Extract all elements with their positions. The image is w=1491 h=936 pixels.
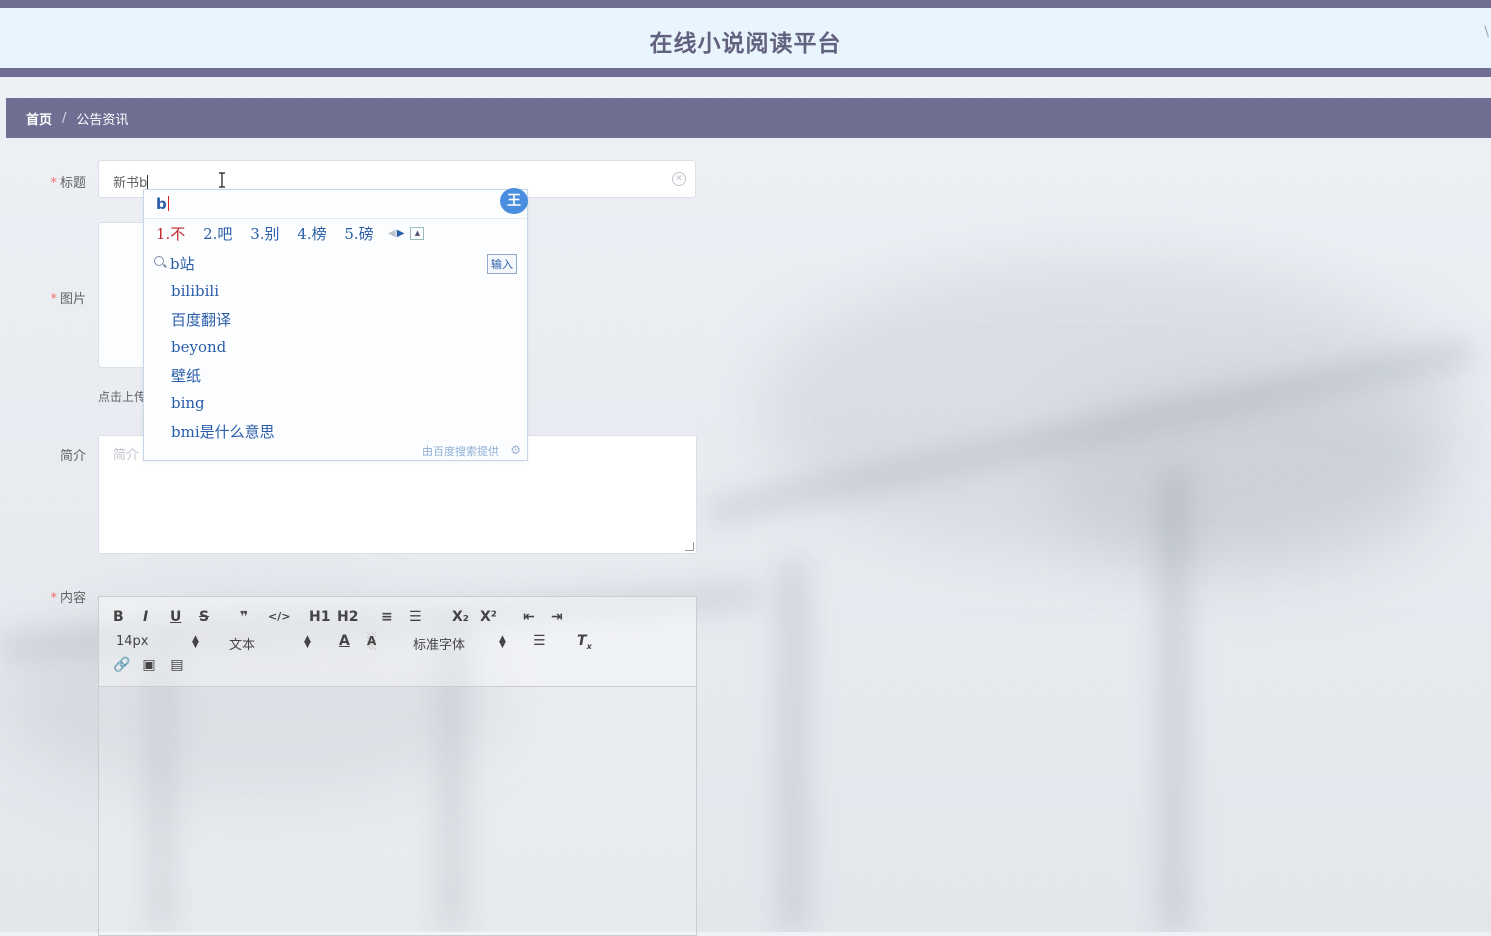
bold-button[interactable]: B	[113, 608, 124, 626]
font-family-select[interactable]: 标准字体 ▲ ▼	[413, 634, 506, 654]
app-header: 在线小说阅读平台 \	[0, 8, 1491, 68]
ime-search-query[interactable]: b站	[170, 253, 195, 274]
ime-candidates: 1.不 2.吧 3.别 4.榜 5.磅	[156, 223, 387, 244]
header-corner-glyph: \	[1484, 24, 1489, 40]
strike-button[interactable]: S	[199, 608, 209, 626]
h1-button[interactable]: H1	[309, 608, 330, 626]
rich-text-editor: B I U S ❞ </> H1 H2 ≡ ☰ X₂ X² ⇤ ⇥ 14px ▲ ▼…	[98, 596, 697, 936]
intro-label: 简介	[59, 449, 86, 464]
clear-format-icon[interactable]: Tx	[577, 632, 592, 651]
content-label: * 内容	[50, 591, 86, 606]
expand-icon[interactable]: ▲	[410, 227, 425, 240]
clear-icon[interactable]: ✕	[672, 172, 686, 186]
image-upload-box[interactable]	[98, 222, 148, 368]
indent-button[interactable]: ⇥	[551, 608, 563, 626]
intro-placeholder: 简介	[113, 448, 140, 463]
bullet-list-button[interactable]: ☰	[409, 608, 422, 626]
code-block-button[interactable]: </>	[268, 608, 290, 626]
upload-tip: 点击上传	[98, 390, 144, 404]
ime-candidate[interactable]: 2.吧	[203, 225, 232, 243]
font-size-select[interactable]: 14px ▲ ▼	[116, 634, 199, 650]
prev-page-icon[interactable]: ◀	[388, 228, 396, 239]
font-color-icon[interactable]: A	[339, 632, 350, 650]
next-page-icon[interactable]: ▶	[397, 228, 405, 239]
underline-button[interactable]: U	[170, 608, 181, 626]
image-label: * 图片	[50, 292, 86, 307]
link-icon[interactable]: 🔗	[113, 656, 130, 674]
ime-footer: 由百度搜索提供	[422, 445, 499, 458]
ime-suggestion[interactable]: bmi是什么意思	[171, 421, 275, 442]
ime-candidate[interactable]: 1.不	[156, 225, 185, 243]
ime-candidate[interactable]: 3.别	[250, 225, 279, 243]
header-bottom-bar	[0, 68, 1491, 77]
ime-suggestion[interactable]: 百度翻译	[171, 309, 231, 330]
breadcrumb-separator: /	[62, 110, 67, 126]
ime-composition: b	[156, 195, 169, 213]
ime-suggestion[interactable]: beyond	[171, 338, 226, 356]
text-caret	[147, 175, 149, 189]
blockquote-button[interactable]: ❞	[240, 608, 248, 626]
italic-button[interactable]: I	[143, 608, 148, 626]
background-color-icon[interactable]: A	[367, 632, 377, 650]
breadcrumb-current: 公告资讯	[76, 112, 129, 128]
ime-input-button[interactable]: 输入	[487, 254, 517, 274]
ime-suggestion[interactable]: bing	[171, 394, 205, 412]
mouse-ibeam-cursor	[219, 172, 225, 188]
app-title: 在线小说阅读平台	[649, 31, 842, 57]
ime-pager: ◀▶ ▲	[388, 227, 425, 240]
top-accent-bar	[0, 0, 1491, 8]
h2-button[interactable]: H2	[337, 608, 358, 626]
title-label: * 标题	[50, 176, 86, 191]
ime-search-row[interactable]: b站 输入	[154, 253, 517, 274]
editor-toolbar: B I U S ❞ </> H1 H2 ≡ ☰ X₂ X² ⇤ ⇥ 14px ▲ ▼…	[99, 597, 696, 687]
ime-logo-icon: 王	[500, 188, 528, 214]
superscript-button[interactable]: X²	[480, 608, 497, 626]
text-style-select[interactable]: 文本 ▲ ▼	[229, 634, 311, 654]
breadcrumb: 首页 / 公告资讯	[6, 98, 1491, 138]
ime-suggestion[interactable]: 壁纸	[171, 365, 201, 386]
ime-candidate[interactable]: 5.磅	[344, 225, 373, 243]
video-icon[interactable]: ▤	[170, 656, 184, 674]
ime-candidate[interactable]: 4.榜	[297, 225, 326, 243]
ime-candidate-popup: b 王 1.不 2.吧 3.别 4.榜 5.磅 ◀▶ ▲ b站 输入 bilibi…	[143, 188, 528, 461]
ime-suggestion[interactable]: bilibili	[171, 282, 219, 300]
subscript-button[interactable]: X₂	[452, 608, 469, 626]
outdent-button[interactable]: ⇤	[523, 608, 535, 626]
ordered-list-button[interactable]: ≡	[381, 608, 393, 626]
breadcrumb-home[interactable]: 首页	[26, 109, 52, 128]
resize-handle[interactable]	[685, 542, 694, 551]
gear-icon[interactable]: ⚙	[510, 443, 521, 457]
image-icon[interactable]: ▣	[142, 656, 156, 674]
search-icon	[154, 256, 164, 266]
align-left-icon[interactable]: ☰	[533, 632, 546, 650]
